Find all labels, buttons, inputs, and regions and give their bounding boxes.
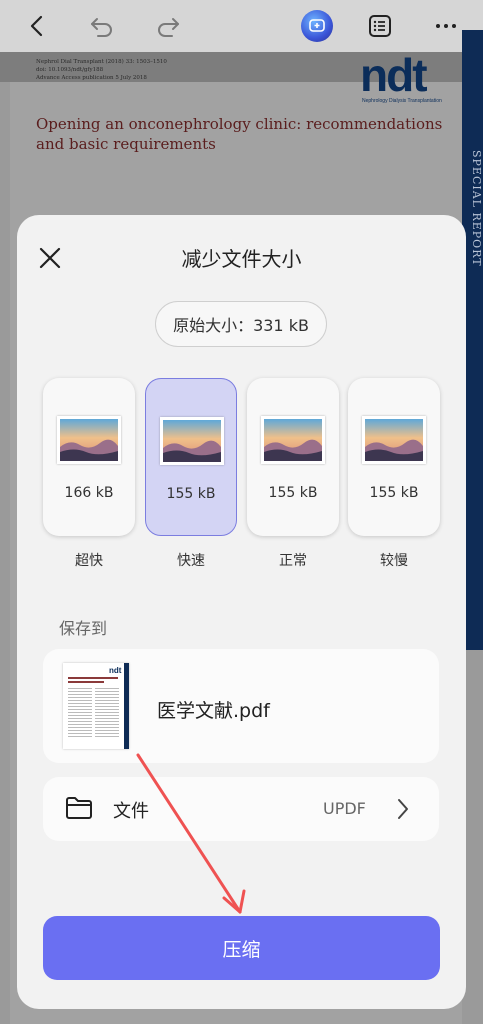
option-fast[interactable]: 155 kB — [145, 378, 237, 536]
undo-button[interactable] — [84, 8, 120, 44]
option-size: 155 kB — [369, 485, 419, 501]
article-meta: Nephrol Dial Transplant (2018) 33: 1503–… — [36, 58, 167, 82]
save-to-label: 保存到 — [59, 619, 108, 638]
option-normal[interactable]: 155 kB — [247, 378, 339, 536]
list-icon — [369, 15, 391, 37]
compress-button[interactable]: 压缩 — [43, 916, 440, 980]
original-size-badge: 原始大小：331 kB — [155, 301, 327, 347]
option-label: 正常 — [279, 553, 307, 569]
folder-icon — [65, 796, 93, 824]
option-size: 155 kB — [268, 485, 318, 501]
meta-line: doi: 10.1093/ndt/gfy188 — [36, 67, 104, 73]
article-title: Opening an onconephrology clinic: recomm… — [36, 115, 443, 153]
option-label: 超快 — [75, 553, 103, 569]
chevron-left-icon — [30, 15, 43, 37]
location-label: 文件 — [113, 801, 149, 822]
reduce-size-dialog: 减少文件大小 原始大小：331 kB 166 kB 155 kB 155 kB … — [17, 215, 466, 1009]
outline-button[interactable] — [362, 8, 398, 44]
pdf-thumbnail: ndt — [63, 663, 129, 749]
option-super-fast[interactable]: 166 kB — [43, 378, 135, 536]
location-value: UPDF — [323, 799, 366, 818]
option-size: 155 kB — [166, 486, 216, 502]
ai-assistant-icon — [301, 10, 333, 42]
save-location-row[interactable]: 文件 UPDF — [43, 777, 439, 841]
journal-logo: ndt — [360, 49, 428, 101]
option-slow[interactable]: 155 kB — [348, 378, 440, 536]
landscape-thumbnail-icon — [362, 416, 426, 464]
landscape-thumbnail-icon — [160, 417, 224, 465]
output-file-card[interactable]: ndt 医学文献.pdf — [43, 649, 439, 763]
option-label: 较慢 — [380, 553, 408, 569]
more-horizontal-icon — [436, 24, 456, 28]
top-toolbar — [0, 0, 483, 52]
file-name: 医学文献.pdf — [157, 700, 270, 722]
redo-icon — [158, 18, 179, 37]
side-label: SPECIAL REPORT — [470, 150, 483, 267]
undo-icon — [91, 18, 112, 37]
ai-assistant-button[interactable] — [299, 8, 335, 44]
back-button[interactable] — [20, 8, 56, 44]
meta-line: Nephrol Dial Transplant (2018) 33: 1503–… — [36, 59, 167, 65]
redo-button[interactable] — [150, 8, 186, 44]
more-button[interactable] — [428, 8, 464, 44]
option-label: 快速 — [177, 553, 205, 569]
landscape-thumbnail-icon — [261, 416, 325, 464]
option-size: 166 kB — [64, 485, 114, 501]
journal-logo-subtitle: Nephrology Dialysis Transplantation — [362, 98, 442, 104]
chevron-right-icon — [395, 797, 411, 825]
meta-line: Advance Access publication 5 July 2018 — [36, 75, 147, 81]
landscape-thumbnail-icon — [57, 416, 121, 464]
dialog-title: 减少文件大小 — [181, 247, 302, 271]
svg-text:ndt: ndt — [109, 666, 122, 675]
